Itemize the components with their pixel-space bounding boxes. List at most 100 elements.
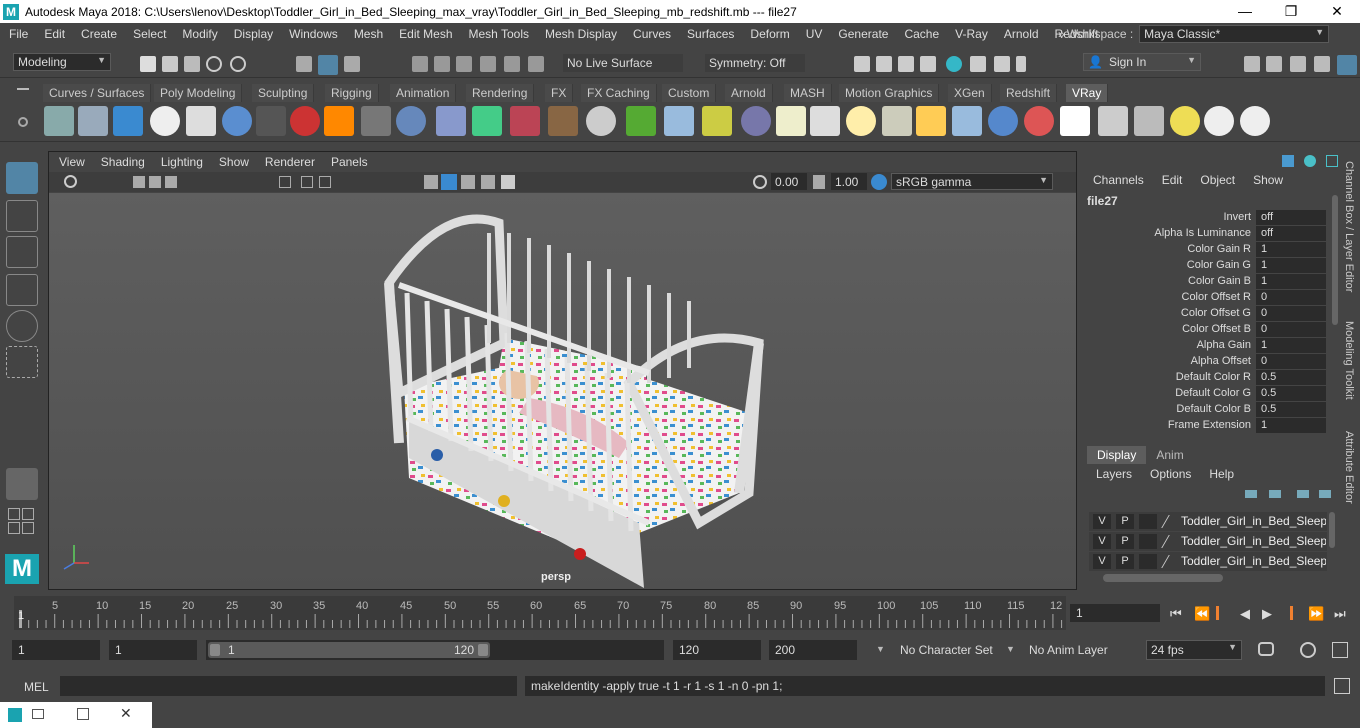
playback-start-field[interactable]: 1: [109, 640, 197, 660]
menu-display[interactable]: Display: [225, 27, 280, 41]
attr-value[interactable]: off: [1256, 226, 1326, 241]
render-view-icon[interactable]: [854, 56, 870, 72]
scale-tool-icon[interactable]: [6, 346, 38, 378]
maximize-window-icon[interactable]: [77, 708, 89, 720]
select-tool-icon[interactable]: [6, 162, 38, 194]
lasso-tool-icon[interactable]: [6, 200, 38, 232]
close-button[interactable]: ✕: [1314, 0, 1360, 23]
tab-anim[interactable]: Anim: [1146, 446, 1193, 464]
layer-playback-toggle[interactable]: P: [1116, 554, 1134, 569]
vray-checker-icon[interactable]: [1060, 106, 1090, 136]
channel-box-attr-icon[interactable]: [1304, 155, 1316, 167]
menu-curves[interactable]: Curves: [624, 27, 678, 41]
playback-end-field[interactable]: 120: [673, 640, 761, 660]
snap-view-icon[interactable]: [504, 56, 520, 72]
vray-sun-icon[interactable]: [846, 106, 876, 136]
range-slider-handle[interactable]: 1 120: [208, 642, 490, 658]
viewport-menu-show[interactable]: Show: [211, 155, 257, 169]
tool-settings-icon[interactable]: [1314, 56, 1330, 72]
pause-icon[interactable]: [1016, 56, 1026, 72]
anim-layer-chevron-icon[interactable]: ▼: [1006, 644, 1015, 654]
grid-icon[interactable]: [279, 176, 291, 188]
layer-row[interactable]: V P Toddler_Girl_in_Bed_Sleeping: [1089, 512, 1327, 531]
outliner-layout-icon[interactable]: [8, 522, 20, 534]
resolution-gate-icon[interactable]: [319, 176, 331, 188]
select-component-icon[interactable]: [344, 56, 360, 72]
graph-layout-icon[interactable]: [22, 522, 34, 534]
menu-arnold[interactable]: Arnold: [995, 27, 1046, 41]
fps-dropdown[interactable]: 24 fps ▼: [1146, 640, 1242, 660]
tab-display[interactable]: Display: [1087, 446, 1147, 464]
step-back-frame-icon[interactable]: ⏪: [1194, 606, 1210, 622]
channel-box-menu-show[interactable]: Show: [1244, 173, 1292, 187]
tab-modeling-toolkit[interactable]: Modeling Toolkit: [1343, 321, 1355, 400]
move-layer-up-icon[interactable]: [1245, 490, 1257, 498]
snap-point-icon[interactable]: [456, 56, 472, 72]
menu-mesh-tools[interactable]: Mesh Tools: [460, 27, 536, 41]
script-editor-icon[interactable]: [1334, 678, 1350, 694]
ipr-render-icon[interactable]: [898, 56, 914, 72]
attribute-editor-icon[interactable]: [1290, 56, 1306, 72]
layer-row[interactable]: V P Toddler_Girl_in_Bed_Sleeping: [1089, 552, 1327, 571]
vray-frame-buffer-icon[interactable]: [113, 106, 143, 136]
make-live-icon[interactable]: [528, 56, 544, 72]
auto-key-icon[interactable]: [1300, 642, 1316, 658]
maximize-button[interactable]: ❐: [1268, 0, 1314, 23]
viewport-menu-lighting[interactable]: Lighting: [153, 155, 211, 169]
attr-value[interactable]: 1: [1256, 242, 1326, 257]
attr-value[interactable]: 0: [1256, 322, 1326, 337]
render-settings-icon[interactable]: [920, 56, 936, 72]
attr-value[interactable]: 0: [1256, 290, 1326, 305]
tab-attribute-editor[interactable]: Attribute Editor: [1343, 431, 1355, 504]
channel-box-expand-icon[interactable]: [1326, 155, 1338, 167]
redo-icon[interactable]: [230, 56, 246, 72]
shelf-menu-icon[interactable]: [17, 88, 29, 90]
mode-dropdown[interactable]: Modeling ▼: [13, 53, 111, 71]
tab-sculpting[interactable]: Sculpting: [252, 84, 315, 102]
menu-generate[interactable]: Generate: [829, 27, 895, 41]
viewport-canvas[interactable]: persp: [49, 193, 1076, 589]
vray-mesh-light-icon[interactable]: [810, 106, 840, 136]
tab-animation[interactable]: Animation: [390, 84, 457, 102]
move-tool-icon[interactable]: [6, 274, 38, 306]
current-frame-field[interactable]: 1: [1070, 604, 1160, 622]
go-to-end-icon[interactable]: ⏭: [1334, 606, 1346, 622]
play-backwards-icon[interactable]: ◀: [1240, 606, 1250, 622]
menu-uv[interactable]: UV: [797, 27, 830, 41]
viewport-menu-shading[interactable]: Shading: [93, 155, 153, 169]
attr-value[interactable]: 1: [1256, 258, 1326, 273]
layer-menu-layers[interactable]: Layers: [1087, 467, 1141, 481]
tab-mash[interactable]: MASH: [784, 84, 832, 102]
menu-windows[interactable]: Windows: [280, 27, 345, 41]
layer-display-type-toggle[interactable]: [1139, 534, 1157, 549]
menu-modify[interactable]: Modify: [173, 27, 224, 41]
vray-sphere-light-icon[interactable]: [396, 106, 426, 136]
close-window-icon[interactable]: ✕: [120, 705, 132, 722]
select-hierarchy-icon[interactable]: [296, 56, 312, 72]
layer-list-scrollbar[interactable]: [1329, 512, 1335, 548]
attr-value[interactable]: 1: [1256, 338, 1326, 353]
snap-grid-icon[interactable]: [412, 56, 428, 72]
tab-custom[interactable]: Custom: [662, 84, 717, 102]
timeline-ruler[interactable]: 1 5 10 15 20 25 30 35 40 45 50 55 60 65 …: [14, 596, 1066, 630]
channel-box-layout-icon[interactable]: [1282, 155, 1294, 167]
camera-select-icon[interactable]: [64, 175, 77, 188]
vray-render-elements-icon[interactable]: [186, 106, 216, 136]
tab-poly-modeling[interactable]: Poly Modeling: [154, 84, 243, 102]
play-forwards-icon[interactable]: ▶: [1262, 606, 1272, 622]
color-management-icon[interactable]: [871, 174, 887, 190]
layer-menu-options[interactable]: Options: [1141, 467, 1200, 481]
vray-light-plane-icon[interactable]: [952, 106, 982, 136]
vray-material-icon[interactable]: [290, 106, 320, 136]
layer-menu-help[interactable]: Help: [1200, 467, 1243, 481]
vray-proxy-icon[interactable]: [664, 106, 694, 136]
vray-rect-light-icon[interactable]: [776, 106, 806, 136]
tab-rendering[interactable]: Rendering: [466, 84, 535, 102]
modeling-toolkit-icon[interactable]: [1244, 56, 1260, 72]
character-set-chevron-icon[interactable]: ▼: [876, 644, 885, 654]
two-view-layout-icon[interactable]: [22, 508, 34, 520]
vray-render-image-icon[interactable]: [1098, 106, 1128, 136]
minimized-window[interactable]: ✕: [0, 702, 152, 728]
attr-value[interactable]: 0: [1256, 354, 1326, 369]
vray-mesh-clip-icon[interactable]: [510, 106, 540, 136]
